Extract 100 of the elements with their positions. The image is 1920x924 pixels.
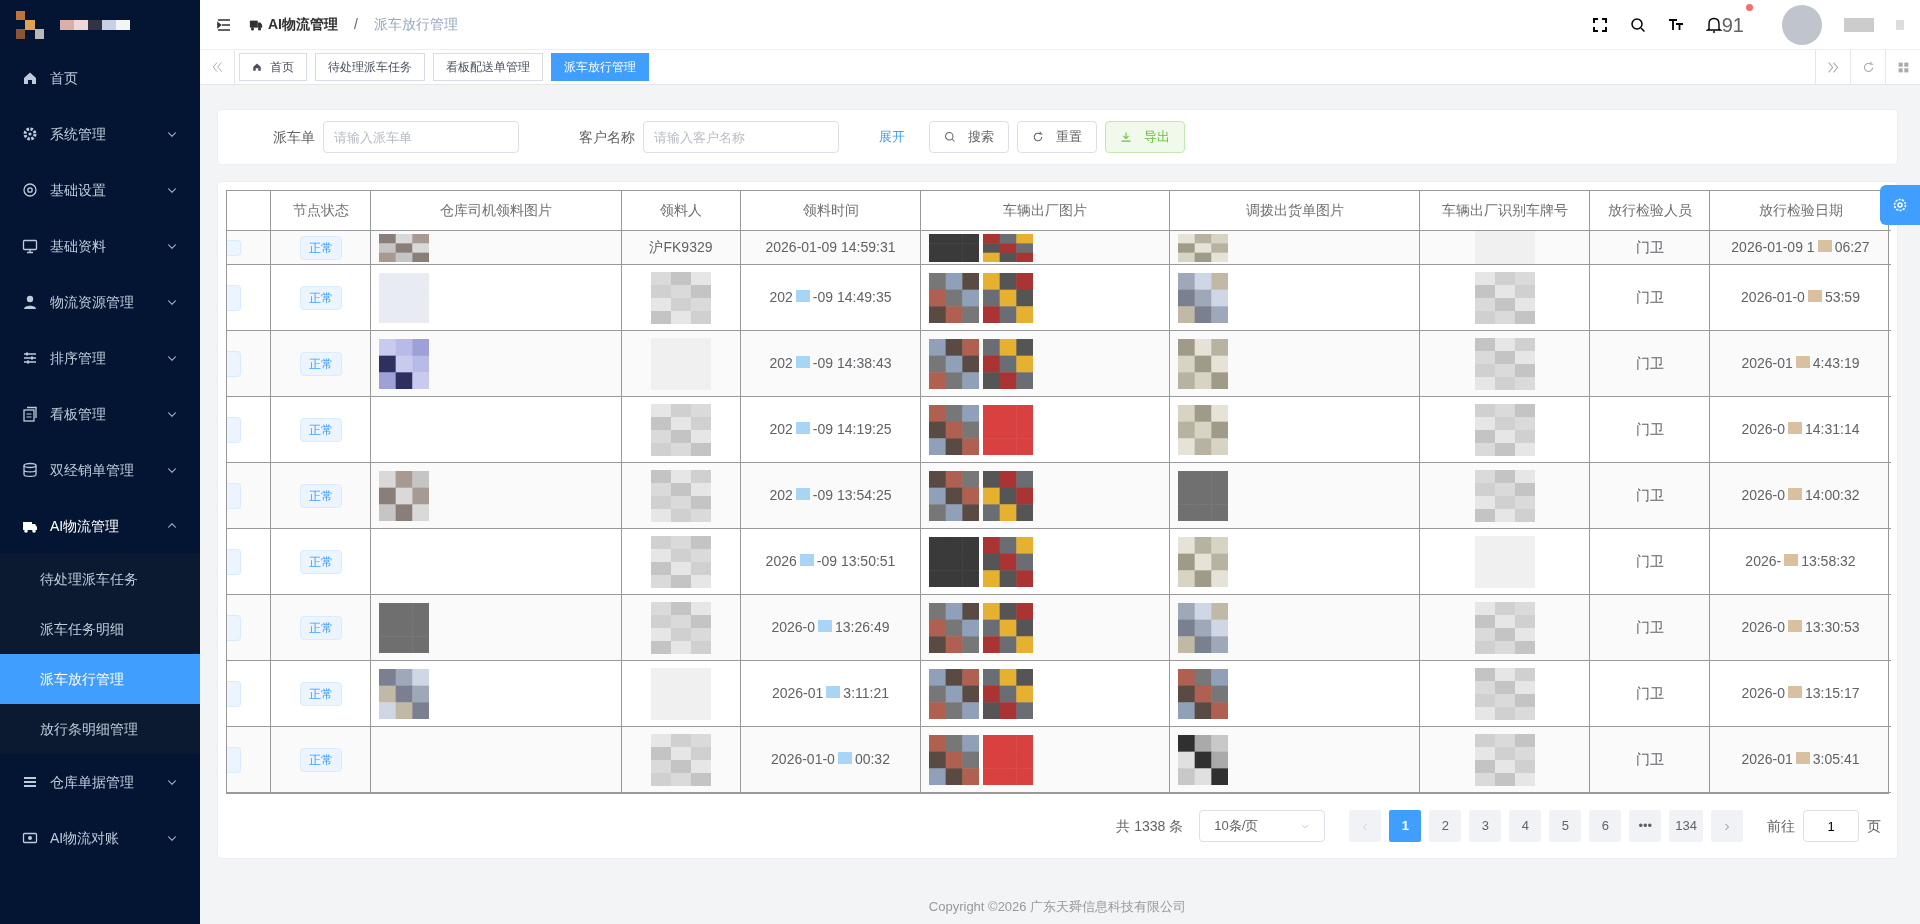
- sidebar-item[interactable]: AI物流管理: [0, 498, 200, 554]
- sidebar-item[interactable]: 排序管理: [0, 330, 200, 386]
- gear-icon: [22, 126, 38, 142]
- submenu-item[interactable]: 放行条明细管理: [0, 704, 200, 754]
- status-tag: 正常: [299, 681, 342, 706]
- sidebar-item[interactable]: 系统管理: [0, 106, 200, 162]
- blurred-text: [1474, 667, 1535, 720]
- total-count: 共 1338 条: [1116, 816, 1184, 836]
- submenu-item[interactable]: 待处理派车任务: [0, 554, 200, 604]
- double-chevron-right-icon: [1826, 60, 1840, 74]
- gear-icon: [22, 182, 38, 198]
- status-tag: [227, 548, 241, 575]
- breadcrumb-current: 派车放行管理: [373, 15, 458, 34]
- sidebar-item[interactable]: 双经销单管理: [0, 442, 200, 498]
- page-button[interactable]: 6: [1589, 810, 1622, 842]
- page-tab[interactable]: 待处理派车任务: [315, 53, 425, 81]
- submenu-item[interactable]: 派车任务明细: [0, 604, 200, 654]
- page-input[interactable]: 1: [1803, 810, 1859, 842]
- notification-dot: [1746, 3, 1753, 11]
- status-tag: [227, 680, 241, 707]
- table-cell-text: 2026-01-09 1 06:27: [1731, 238, 1870, 257]
- breadcrumb-link[interactable]: AI物流管理: [248, 14, 338, 35]
- table-cell-text: 门卫: [1635, 552, 1664, 571]
- reset-button[interactable]: 重置: [1017, 121, 1097, 153]
- input-field[interactable]: 请输入派车单: [323, 121, 519, 153]
- page-button[interactable]: •••: [1629, 810, 1662, 842]
- sliders-icon: [22, 350, 38, 366]
- sidebar-item[interactable]: 基础资料: [0, 218, 200, 274]
- search-icon: [1629, 16, 1646, 33]
- table-cell-text: 2026 -09 13:50:51: [765, 552, 896, 571]
- status-tag: 正常: [299, 417, 342, 442]
- blurred-text: [1474, 733, 1535, 786]
- settings-icon: [1892, 197, 1908, 213]
- status-tag: 正常: [299, 747, 342, 772]
- search-button[interactable]: 搜索: [929, 121, 1009, 153]
- status-tag: [227, 614, 241, 641]
- list-icon: [22, 774, 38, 790]
- input-field[interactable]: 请输入客户名称: [643, 121, 839, 153]
- database-icon: [22, 462, 38, 478]
- refresh-icon: [1032, 131, 1044, 143]
- home-icon: [22, 70, 38, 86]
- wallet-icon: [22, 830, 38, 846]
- status-tag: [227, 239, 241, 256]
- monitor-icon: [22, 238, 38, 254]
- page-button[interactable]: 5: [1549, 810, 1582, 842]
- page-tab[interactable]: 看板配送单管理: [433, 53, 543, 81]
- copyright-text: Copyright ©2026 广东天舜信息科技有限公司: [927, 898, 1188, 916]
- blurred-text: [651, 733, 711, 786]
- page-button[interactable]: 4: [1509, 810, 1542, 842]
- sidebar-item[interactable]: 物流资源管理: [0, 274, 200, 330]
- status-tag: [227, 746, 241, 773]
- sidebar-item[interactable]: 仓库单据管理: [0, 754, 200, 810]
- sidebar-item[interactable]: 看板管理: [0, 386, 200, 442]
- blurred-text: [651, 271, 711, 324]
- table-cell-text: 2026-0 13:30:53: [1741, 618, 1860, 637]
- fullscreen-icon: [1591, 16, 1608, 33]
- field-label: 客户名称: [579, 127, 635, 147]
- table-cell-text: 2026-0 13:15:17: [1741, 684, 1860, 703]
- status-tag: [227, 482, 241, 509]
- previous-page-button[interactable]: [1349, 810, 1382, 842]
- table-cell-text: 202 -09 14:19:25: [769, 420, 892, 439]
- grid-icon: [1896, 60, 1910, 74]
- table-cell-text: 2026-0 14:00:32: [1741, 486, 1860, 505]
- table-cell-text: 门卫: [1635, 750, 1664, 769]
- breadcrumb-separator: /: [354, 15, 358, 34]
- table-cell-text: 2026-01-0 53:59: [1741, 288, 1860, 307]
- sidebar-item[interactable]: AI物流对账: [0, 810, 200, 866]
- blurred-text: [1474, 271, 1535, 324]
- chevron-down-icon: [1300, 821, 1311, 831]
- sidebar-item[interactable]: 基础设置: [0, 162, 200, 218]
- page-button[interactable]: 134: [1669, 810, 1703, 842]
- table-cell-text: 2026- 13:58:32: [1745, 552, 1856, 571]
- table-cell-text: 门卫: [1635, 354, 1664, 373]
- refresh-icon: [1861, 60, 1875, 74]
- status-tag: [227, 350, 241, 377]
- search-icon: [944, 131, 956, 143]
- blurred-text: [1474, 337, 1535, 390]
- table-cell-text: 门卫: [1635, 618, 1664, 637]
- page-tab[interactable]: 首页: [239, 53, 307, 81]
- table-cell-text: 2026-01 3:11:21: [771, 684, 890, 703]
- table-cell-text: 202 -09 13:54:25: [769, 486, 892, 505]
- table-cell-text: 2026-01 4:43:19: [1741, 354, 1860, 373]
- blurred-text: [651, 403, 711, 456]
- page-size-select[interactable]: 10条/页: [1199, 810, 1326, 842]
- table-cell-text: 门卫: [1635, 420, 1664, 439]
- page-button[interactable]: 3: [1469, 810, 1502, 842]
- status-tag: 正常: [299, 351, 342, 376]
- avatar[interactable]: [1782, 4, 1822, 45]
- blurred-text: [1474, 469, 1535, 522]
- page-suffix: 页: [1867, 816, 1881, 836]
- page-button[interactable]: 2: [1429, 810, 1462, 842]
- sidebar-item[interactable]: 首页: [0, 50, 200, 106]
- double-chevron-left-icon: [211, 61, 223, 73]
- table-cell-text: 门卫: [1635, 486, 1664, 505]
- table-cell-text: 202 -09 14:38:43: [769, 354, 892, 373]
- settings-button[interactable]: [1880, 185, 1920, 225]
- notification-count: 91: [1721, 12, 1744, 38]
- next-page-button[interactable]: [1711, 810, 1743, 842]
- board-icon: [22, 406, 38, 422]
- status-tag: [227, 284, 241, 311]
